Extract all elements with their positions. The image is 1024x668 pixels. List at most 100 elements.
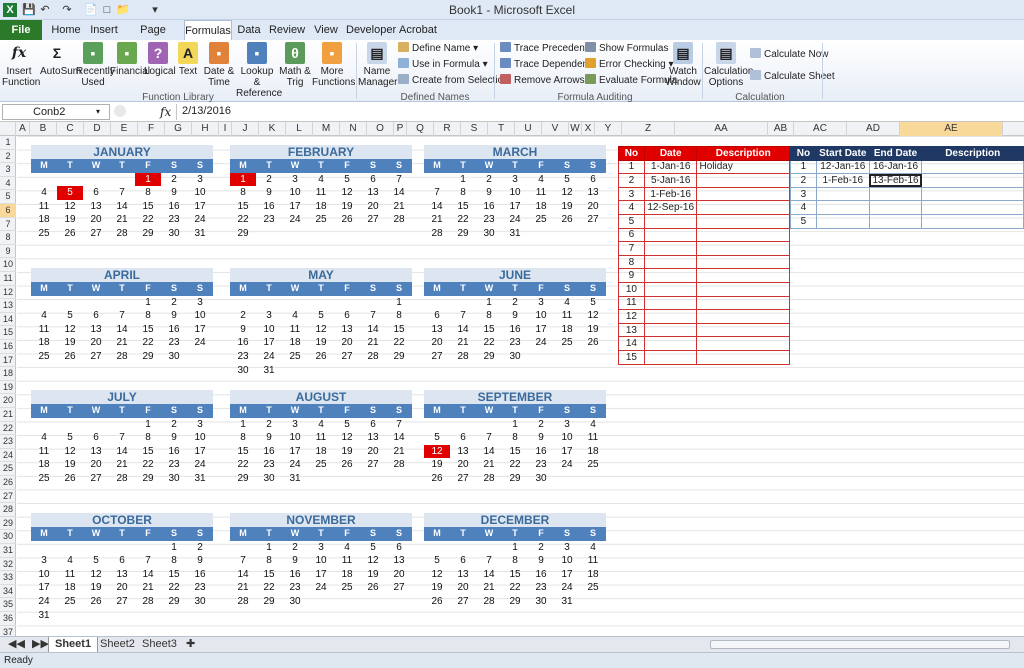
day-cell[interactable]: 26 — [360, 581, 386, 595]
day-cell[interactable]: 7 — [109, 186, 135, 200]
holiday-description-cell[interactable] — [696, 186, 790, 202]
range-description-cell[interactable] — [921, 200, 1024, 215]
day-cell[interactable]: 15 — [502, 568, 528, 582]
day-cell[interactable]: 28 — [109, 350, 135, 364]
range-no-cell[interactable]: 4 — [790, 200, 817, 215]
day-cell[interactable]: 7 — [135, 554, 161, 568]
day-cell[interactable] — [386, 472, 412, 486]
day-cell[interactable]: 17 — [187, 445, 213, 459]
day-cell[interactable]: 18 — [57, 581, 83, 595]
day-cell[interactable]: 12 — [360, 554, 386, 568]
holiday-description-cell[interactable] — [696, 295, 790, 311]
day-cell[interactable]: 14 — [135, 568, 161, 582]
day-cell[interactable]: 6 — [450, 554, 476, 568]
day-cell[interactable]: 12 — [308, 323, 334, 337]
column-header[interactable]: Y — [595, 122, 622, 136]
day-cell[interactable]: 3 — [282, 173, 308, 187]
row-header[interactable]: 19 — [0, 381, 16, 395]
day-cell[interactable]: 29 — [161, 595, 187, 609]
day-cell[interactable]: 5 — [554, 173, 580, 187]
day-cell[interactable]: 4 — [308, 418, 334, 432]
day-cell[interactable]: 15 — [135, 323, 161, 337]
column-header[interactable]: X — [582, 122, 595, 136]
day-cell[interactable]: 22 — [256, 581, 282, 595]
day-cell[interactable] — [334, 364, 360, 378]
day-cell[interactable]: 18 — [528, 200, 554, 214]
day-cell[interactable]: 29 — [476, 350, 502, 364]
name-box-dropdown-icon[interactable]: ▾ — [96, 107, 100, 116]
day-cell[interactable]: 27 — [580, 213, 606, 227]
day-cell[interactable]: 10 — [528, 309, 554, 323]
day-cell[interactable]: 21 — [386, 200, 412, 214]
holiday-no-cell[interactable]: 10 — [618, 281, 645, 297]
day-cell[interactable]: 19 — [83, 581, 109, 595]
day-cell[interactable] — [57, 541, 83, 555]
holiday-no-cell[interactable]: 2 — [618, 173, 645, 188]
day-cell[interactable]: 10 — [31, 568, 57, 582]
day-cell[interactable]: 9 — [256, 431, 282, 445]
watch-window-button[interactable]: ▤ Watch Window — [664, 42, 702, 88]
day-cell[interactable]: 10 — [187, 309, 213, 323]
day-cell[interactable]: 12 — [57, 200, 83, 214]
day-cell[interactable]: 20 — [360, 445, 386, 459]
range-end-cell[interactable]: 13-Feb-16 — [868, 173, 923, 188]
day-cell[interactable] — [360, 595, 386, 609]
holiday-description-cell[interactable] — [696, 241, 790, 256]
day-cell[interactable]: 4 — [31, 309, 57, 323]
day-cell[interactable]: 7 — [450, 309, 476, 323]
column-header[interactable]: O — [367, 122, 394, 136]
day-cell[interactable]: 1 — [450, 173, 476, 187]
day-cell[interactable]: 31 — [282, 472, 308, 486]
day-cell[interactable]: 1 — [230, 418, 256, 432]
row-header[interactable]: 2 — [0, 150, 16, 164]
day-cell[interactable]: 16 — [528, 568, 554, 582]
day-cell[interactable]: 22 — [230, 458, 256, 472]
day-cell[interactable]: 26 — [57, 472, 83, 486]
day-cell[interactable]: 27 — [450, 595, 476, 609]
holiday-no-cell[interactable]: 11 — [618, 295, 645, 311]
day-cell[interactable]: 16 — [502, 323, 528, 337]
autosum-button[interactable]: Σ AutoSum — [40, 42, 81, 77]
row-header[interactable]: 32 — [0, 558, 16, 572]
day-cell[interactable]: 12 — [334, 186, 360, 200]
day-cell[interactable]: 13 — [360, 431, 386, 445]
remove-arrows-button[interactable]: Remove Arrows ▾ — [500, 74, 592, 88]
day-cell[interactable]: 15 — [450, 200, 476, 214]
row-header[interactable]: 11 — [0, 272, 16, 286]
day-cell[interactable]: 14 — [386, 186, 412, 200]
column-header[interactable]: AB — [768, 122, 794, 136]
day-cell[interactable]: 3 — [554, 541, 580, 555]
row-header[interactable]: 29 — [0, 517, 16, 531]
lookup-reference-button[interactable]: ▪ Lookup & Reference — [236, 42, 282, 99]
day-cell[interactable]: 6 — [360, 173, 386, 187]
day-cell[interactable]: 12 — [424, 444, 450, 459]
day-cell[interactable]: 8 — [476, 309, 502, 323]
day-cell[interactable]: 1 — [230, 172, 256, 187]
name-manager-button[interactable]: ▤ Name Manager — [358, 42, 397, 88]
day-cell[interactable]: 4 — [334, 541, 360, 555]
day-cell[interactable]: 12 — [57, 445, 83, 459]
name-box[interactable]: Conb2 — [2, 104, 110, 120]
day-cell[interactable]: 19 — [334, 200, 360, 214]
column-header[interactable]: K — [259, 122, 286, 136]
day-cell[interactable]: 30 — [528, 472, 554, 486]
day-cell[interactable] — [476, 418, 502, 432]
day-cell[interactable]: 11 — [31, 323, 57, 337]
tab-acrobat[interactable]: Acrobat — [398, 20, 438, 40]
day-cell[interactable] — [282, 296, 308, 310]
day-cell[interactable]: 9 — [528, 431, 554, 445]
day-cell[interactable]: 20 — [360, 200, 386, 214]
range-no-cell[interactable]: 5 — [790, 213, 817, 229]
insert-sheet-icon[interactable]: ✚ — [180, 637, 201, 652]
day-cell[interactable] — [135, 609, 161, 623]
day-cell[interactable]: 30 — [502, 350, 528, 364]
holiday-no-cell[interactable]: 5 — [618, 213, 645, 229]
day-cell[interactable]: 31 — [502, 227, 528, 241]
holiday-description-cell[interactable] — [696, 322, 790, 338]
day-cell[interactable] — [334, 595, 360, 609]
tab-data[interactable]: Data — [234, 20, 264, 40]
holiday-date-cell[interactable]: 1-Feb-16 — [643, 186, 698, 202]
day-cell[interactable]: 20 — [580, 200, 606, 214]
day-cell[interactable]: 23 — [161, 336, 187, 350]
day-cell[interactable]: 21 — [109, 336, 135, 350]
